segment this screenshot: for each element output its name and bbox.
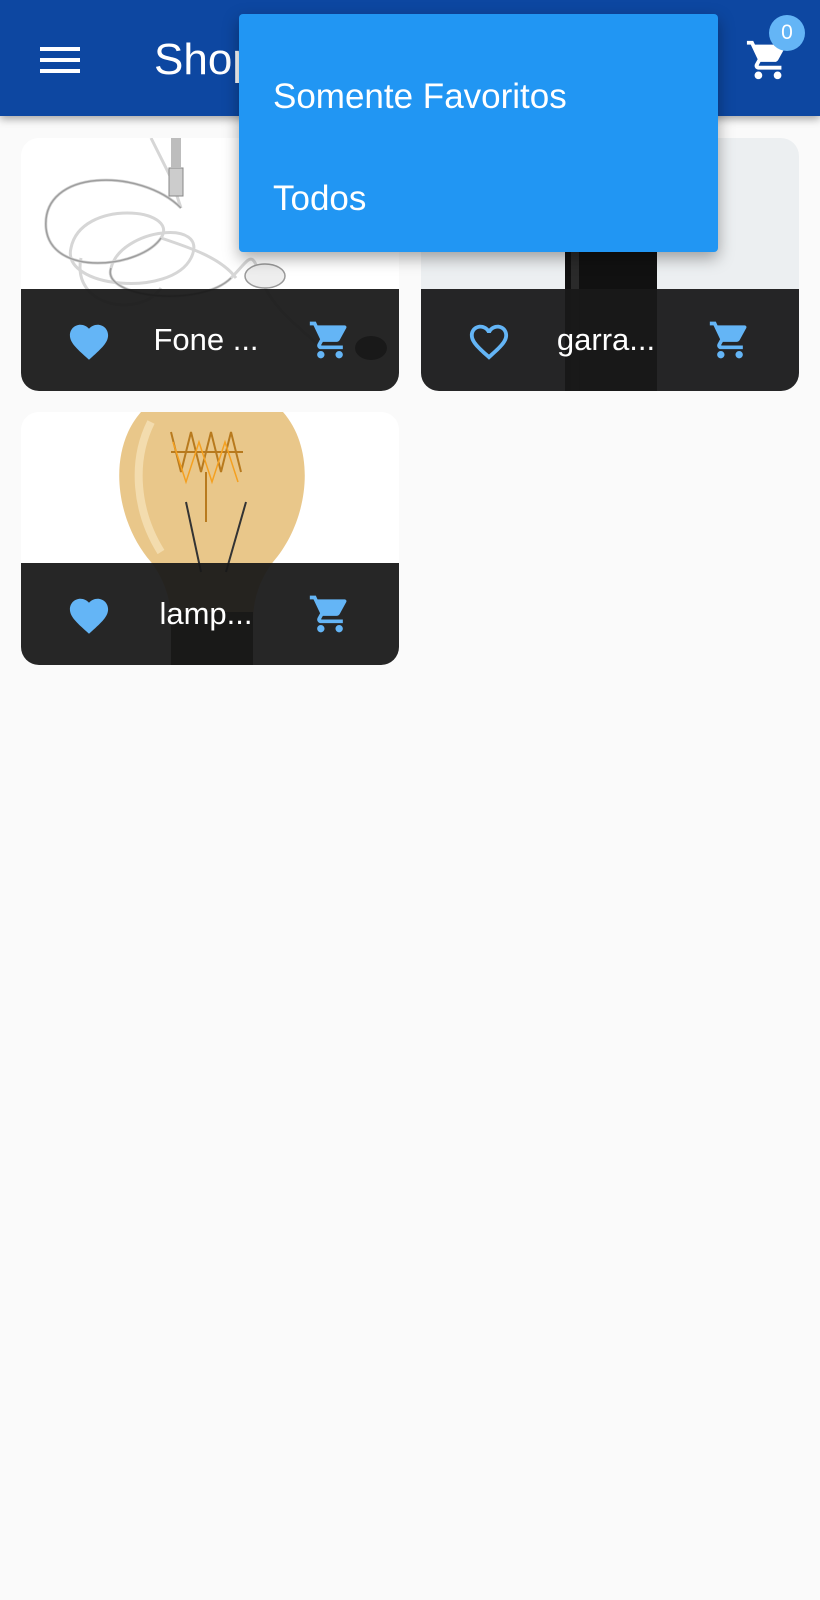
add-to-cart-icon — [309, 595, 347, 633]
menu-item-all[interactable]: Todos — [239, 149, 718, 249]
heart-filled-icon — [69, 324, 109, 360]
product-card-footer: garra... — [421, 289, 799, 391]
menu-button[interactable] — [30, 30, 90, 90]
add-to-cart-button[interactable] — [304, 314, 356, 366]
menu-item-favorites[interactable]: Somente Favoritos — [239, 47, 718, 147]
favorite-button[interactable] — [463, 314, 515, 366]
favorite-button[interactable] — [63, 314, 115, 366]
filter-menu: Somente Favoritos Todos — [239, 14, 718, 252]
add-to-cart-button[interactable] — [304, 588, 356, 640]
menu-icon — [40, 47, 80, 73]
product-card-footer: lamp... — [21, 563, 399, 665]
product-card[interactable]: lamp... — [21, 412, 399, 665]
cart-count-badge: 0 — [769, 15, 805, 51]
product-title: garra... — [556, 322, 656, 357]
add-to-cart-icon — [309, 321, 347, 359]
heart-filled-icon — [69, 598, 109, 634]
product-title: Fone ... — [153, 322, 259, 357]
favorite-button[interactable] — [63, 588, 115, 640]
heart-outline-icon — [469, 324, 509, 360]
product-title: lamp... — [159, 596, 253, 631]
product-card-footer: Fone ... — [21, 289, 399, 391]
add-to-cart-button[interactable] — [704, 314, 756, 366]
add-to-cart-icon — [709, 321, 747, 359]
